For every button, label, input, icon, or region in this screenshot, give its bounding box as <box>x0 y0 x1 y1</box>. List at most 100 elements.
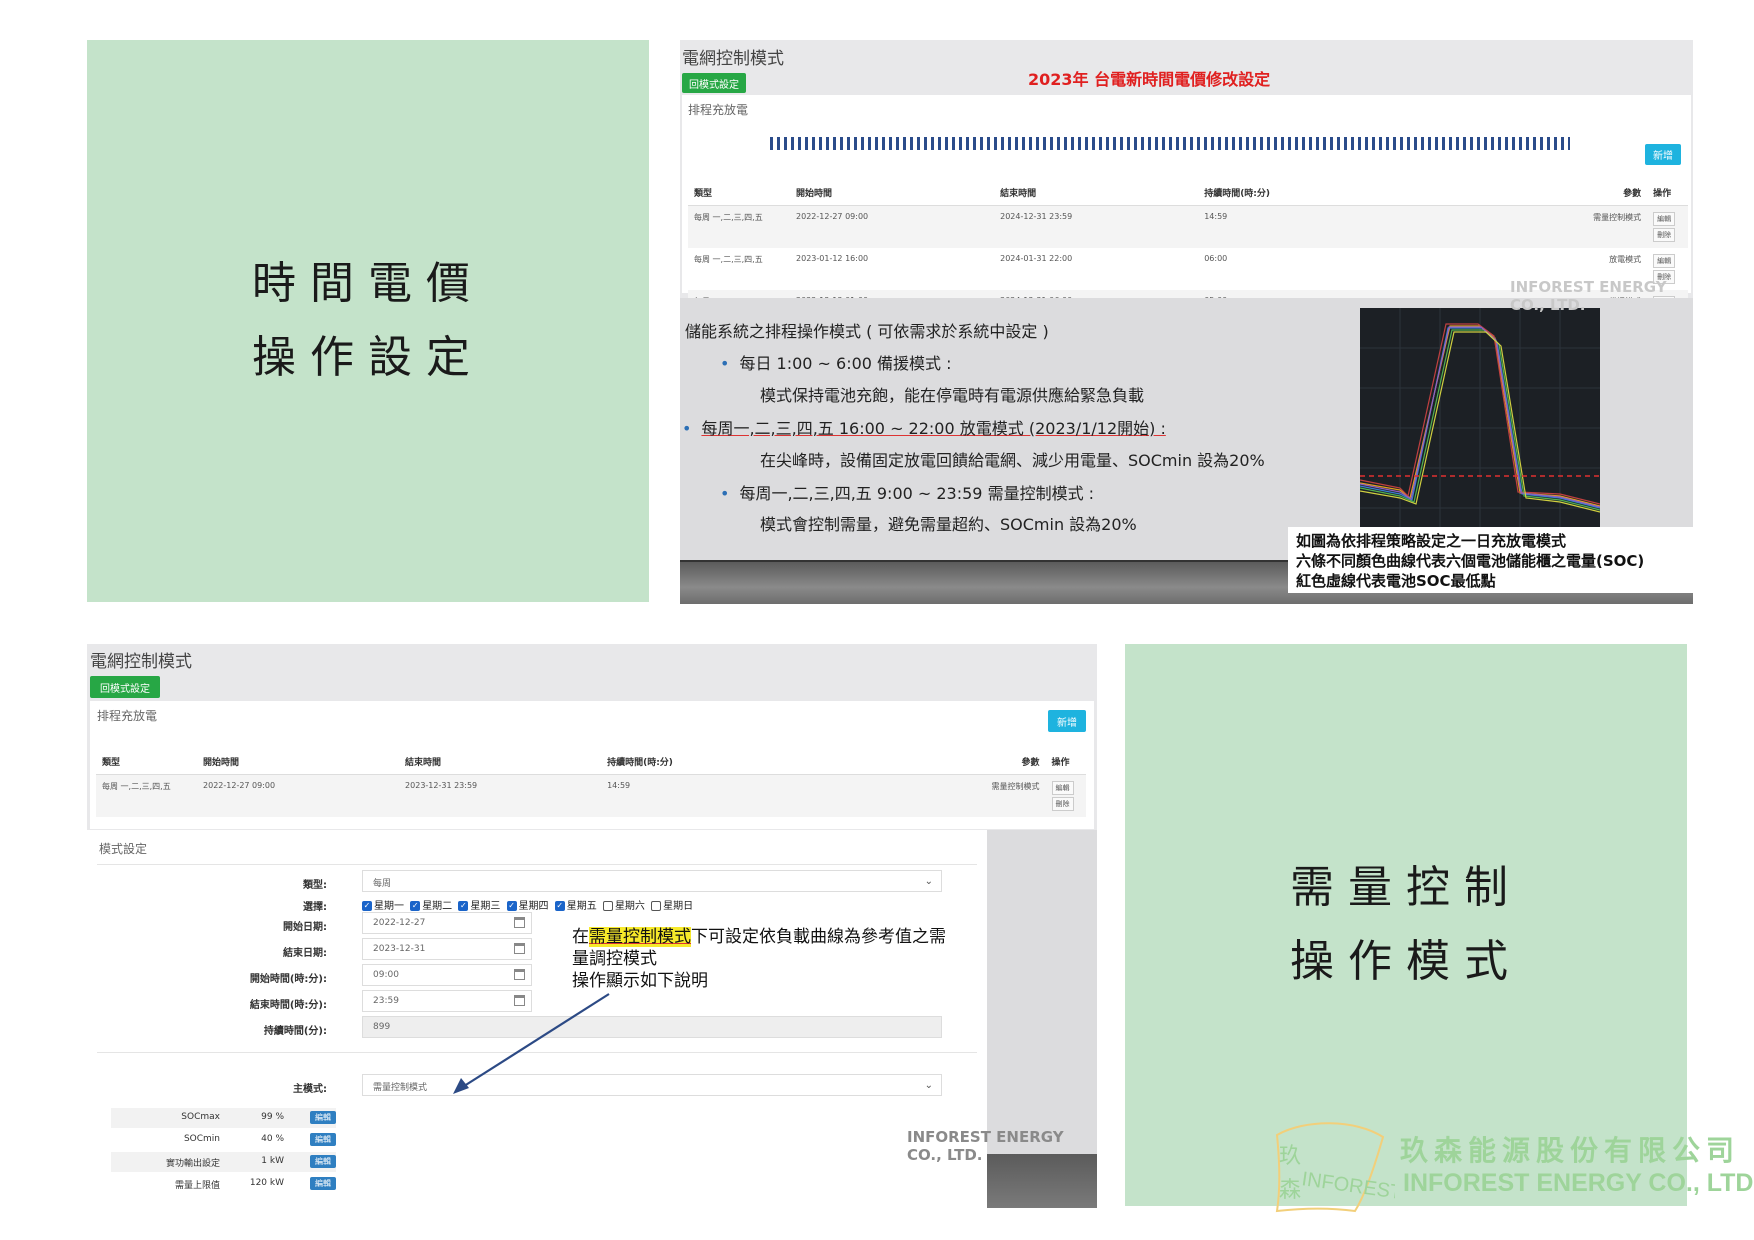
schedule-card: 排程充放電 新增 類型 開始時間 結束時間 持續時間(時:分) 參數 操作 每周… <box>90 701 1094 829</box>
bullet-icon: • <box>682 419 692 438</box>
checkbox-checked-icon: ✓ <box>362 901 372 911</box>
logo-mark-char2: 森 <box>1279 1178 1301 1203</box>
col-action: 操作 <box>1647 180 1688 206</box>
note-line1: 在需量控制模式下可設定依負載曲線為參考值之需 <box>572 926 946 948</box>
desc-item2-detail: 在尖峰時，設備固定放電回饋給電網、減少用電量、SOCmin 設為20% <box>760 451 1265 470</box>
col-duration: 持續時間(時:分) <box>1198 180 1403 206</box>
col-action: 操作 <box>1045 749 1086 775</box>
checkbox-wed[interactable]: ✓ 星期三 <box>458 901 500 912</box>
checkbox-mon[interactable]: ✓ 星期一 <box>362 901 404 912</box>
desc-item3: • 每周一,二,三,四,五 9:00 ~ 23:59 需量控制模式 : <box>720 480 1094 504</box>
edit-button[interactable]: 編輯 <box>1653 212 1676 226</box>
main-mode-label: 主模式: <box>293 1084 327 1095</box>
watermark: INFOREST ENERGY CO., LTD. <box>1510 278 1667 314</box>
bullet-icon: • <box>720 484 730 503</box>
type-select[interactable]: 每周 ⌄ <box>362 870 942 892</box>
desc-heading: 儲能系統之排程操作模式 ( 可依需求於系統中設定 ) <box>685 322 1049 341</box>
desc-item2: • 每周一,二,三,四,五 16:00 ~ 22:00 放電模式 (2023/1/… <box>682 415 1166 439</box>
day-label: 星期五 <box>566 901 597 912</box>
logo-chinese-name: 玖森能源股份有限公司 <box>1400 1134 1741 1167</box>
cell-duration: 14:59 <box>601 774 804 817</box>
checkbox-thu[interactable]: ✓ 星期四 <box>506 901 549 912</box>
back-to-mode-button[interactable]: 回模式設定 <box>90 676 160 698</box>
panel-title-line2: 操作模式 <box>1290 936 1522 987</box>
chart-caption: 如圖為依排程策略設定之一日充放電模式 六條不同顏色曲線代表六個電池儲能櫃之電量(… <box>1288 527 1693 593</box>
calendar-icon[interactable] <box>514 943 525 954</box>
table-row: 每周 一,二,三,四,五 2022-12-27 09:00 2023-12-31… <box>96 774 1086 817</box>
company-logo: 玖 森 INFOREST 玖森能源股份有限公司 INFOREST ENERGY … <box>1265 1115 1754 1215</box>
desc-item1-text: 每日 1:00 ~ 6:00 備援模式 : <box>739 354 952 373</box>
note-highlight: 需量控制模式 <box>589 927 691 947</box>
param-name: 實功輸出設定 <box>165 1159 220 1169</box>
chevron-down-icon: ⌄ <box>924 876 933 887</box>
checkbox-sat[interactable]: 星期六 <box>602 901 645 912</box>
end-date-input[interactable]: 2023-12-31 <box>362 938 532 960</box>
day-label: 星期六 <box>614 901 645 912</box>
param-row: SOCmin 40 % 編輯 <box>111 1130 336 1150</box>
edit-button[interactable]: 編輯 <box>1051 781 1074 795</box>
duration-label: 持續時間(分): <box>263 1026 327 1037</box>
screenshot-demand-control: 電網控制模式 回模式設定 排程充放電 新增 類型 開始時間 結束時間 持續時間(… <box>87 644 1097 1208</box>
end-date-value: 2023-12-31 <box>373 944 426 954</box>
cell-duration: 14:59 <box>1198 205 1403 248</box>
param-row: 需量上限值 120 kW 編輯 <box>111 1174 336 1194</box>
checkbox-checked-icon: ✓ <box>506 901 517 911</box>
checkbox-sun[interactable]: 星期日 <box>651 901 693 912</box>
delete-button[interactable]: 刪除 <box>1051 797 1074 811</box>
note-pre: 在 <box>572 927 589 947</box>
cell-end: 2023-12-31 23:59 <box>399 774 602 817</box>
cell-param: 需量控制模式 <box>1402 205 1648 248</box>
panel-title-line2: 操作設定 <box>252 332 484 383</box>
desc-item2-text: 每周一,二,三,四,五 16:00 ~ 22:00 放電模式 (2023/1/1… <box>701 419 1166 438</box>
param-edit-button[interactable]: 編輯 <box>310 1111 336 1124</box>
panel-time-of-use: 時間電價 操作設定 <box>87 40 649 602</box>
cell-start: 2023-01-12 16:00 <box>796 254 869 263</box>
col-start: 開始時間 <box>197 749 400 775</box>
days-label: 選擇: <box>303 902 327 913</box>
edit-button[interactable]: 編輯 <box>1653 254 1676 268</box>
col-end: 結束時間 <box>994 180 1199 206</box>
param-value: 99 % <box>261 1112 284 1122</box>
soc-chart <box>1359 308 1601 528</box>
progress-hatch <box>770 137 1570 150</box>
watermark: INFOREST ENERGY CO., LTD. <box>907 1128 1064 1164</box>
checkbox-fri[interactable]: ✓ 星期五 <box>554 901 597 912</box>
day-label: 星期三 <box>470 901 501 912</box>
day-label: 星期二 <box>422 901 453 912</box>
param-edit-button[interactable]: 編輯 <box>310 1155 336 1168</box>
type-label: 類型: <box>303 880 327 891</box>
cell-type: 每周 一,二,三,四,五 <box>96 774 198 817</box>
add-button[interactable]: 新增 <box>1645 144 1681 165</box>
panel-title: 需量控制 操作模式 <box>1290 851 1522 999</box>
note-post: 下可設定依負載曲線為參考值之需 <box>691 927 946 947</box>
checkbox-tue[interactable]: ✓ 星期二 <box>410 901 452 912</box>
day-label: 星期四 <box>518 901 549 912</box>
headline: 2023年 台電新時間電價修改設定 <box>1028 70 1271 89</box>
col-param: 參數 <box>1402 180 1648 206</box>
end-time-label: 結束時間(時:分): <box>249 1000 327 1011</box>
col-end: 結束時間 <box>399 749 602 775</box>
checkbox-checked-icon: ✓ <box>554 901 565 911</box>
calendar-icon[interactable] <box>514 969 525 980</box>
col-duration: 持續時間(時:分) <box>601 749 804 775</box>
calendar-icon[interactable] <box>514 917 525 928</box>
param-edit-button[interactable]: 編輯 <box>310 1133 336 1146</box>
caption-line3: 紅色虛線代表電池SOC最低點 <box>1296 572 1496 590</box>
start-date-input[interactable]: 2022-12-27 <box>362 912 532 934</box>
param-name: SOCmin <box>183 1134 220 1144</box>
delete-button[interactable]: 刪除 <box>1653 228 1676 242</box>
start-date-value: 2022-12-27 <box>373 918 426 928</box>
bullet-icon: • <box>720 354 730 373</box>
panel-title: 時間電價 操作設定 <box>252 247 484 395</box>
start-time-input[interactable]: 09:00 <box>362 964 532 986</box>
desc-item1: • 每日 1:00 ~ 6:00 備援模式 : <box>720 350 952 374</box>
back-to-mode-button[interactable]: 回模式設定 <box>682 73 746 93</box>
day-label: 星期一 <box>374 901 404 912</box>
section-label: 排程充放電 <box>688 103 749 117</box>
start-date-label: 開始日期: <box>283 922 327 933</box>
param-edit-button[interactable]: 編輯 <box>310 1177 336 1190</box>
checkbox-empty-icon <box>602 901 613 911</box>
add-button[interactable]: 新增 <box>1048 710 1086 732</box>
checkbox-checked-icon: ✓ <box>458 901 469 911</box>
desc-item3-detail: 模式會控制需量，避免需量超約、SOCmin 設為20% <box>760 515 1137 534</box>
